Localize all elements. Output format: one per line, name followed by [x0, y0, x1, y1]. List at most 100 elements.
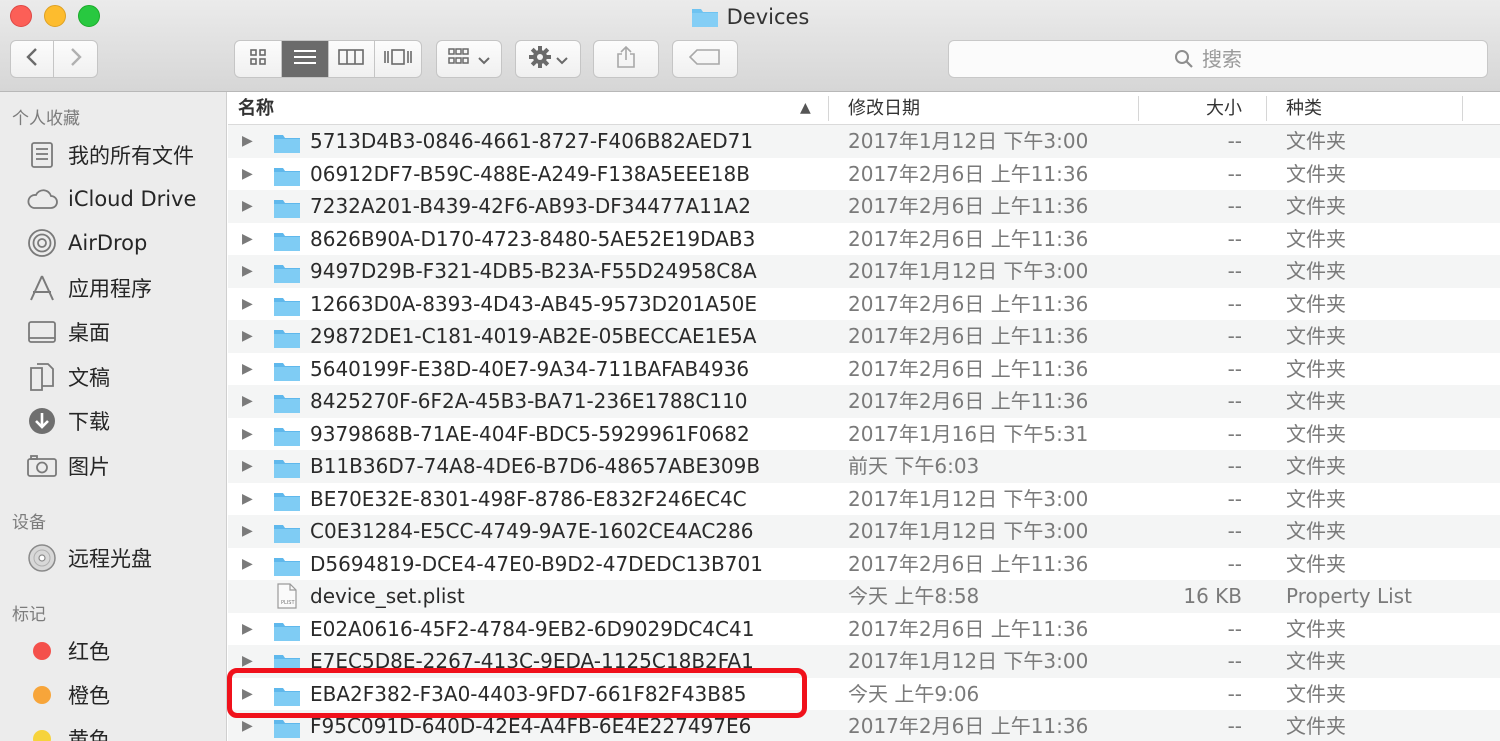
sidebar-item-documents[interactable]: 文稿 — [24, 357, 224, 397]
folder-row[interactable]: ▶ 12663D0A-8393-4D43-AB45-9573D201A50E 201… — [228, 288, 1500, 321]
row-date: 前天 下午6:03 — [848, 454, 980, 478]
folder-row[interactable]: ▶ 8626B90A-D170-4723-8480-5AE52E19DAB3 201… — [228, 223, 1500, 256]
sidebar-item-tag-yellow[interactable]: 黄色 — [24, 719, 224, 741]
folder-row[interactable]: ▶ E02A0616-45F2-4784-9EB2-6D9029DC4C41 201… — [228, 613, 1500, 646]
disclosure-triangle-icon[interactable]: ▶ — [242, 483, 253, 516]
row-kind: 文件夹 — [1286, 259, 1346, 283]
folder-row[interactable]: ▶ 9379868B-71AE-404F-BDC5-5929961F0682 201… — [228, 418, 1500, 451]
row-date: 2017年1月12日 下午3:00 — [848, 259, 1089, 283]
sidebar-item-label: 红色 — [68, 640, 110, 664]
sidebar-item-label: 桌面 — [68, 321, 110, 345]
sidebar-item-tag-orange[interactable]: 橙色 — [24, 675, 224, 715]
downloads-icon — [24, 405, 60, 437]
row-date: 2017年1月12日 下午3:00 — [848, 129, 1089, 153]
disclosure-triangle-icon[interactable]: ▶ — [242, 158, 253, 191]
disclosure-triangle-icon[interactable]: ▶ — [242, 678, 253, 711]
disclosure-triangle-icon[interactable]: ▶ — [242, 190, 253, 223]
row-size: -- — [1227, 161, 1242, 186]
row-name: 5713D4B3-0846-4661-8727-F406B82AED71 — [310, 129, 754, 153]
row-kind: 文件夹 — [1286, 421, 1346, 446]
disclosure-triangle-icon[interactable]: ▶ — [242, 645, 253, 678]
forward-button[interactable] — [54, 41, 97, 77]
folder-icon — [273, 716, 301, 741]
disclosure-triangle-icon[interactable]: ▶ — [242, 320, 253, 353]
window-title: Devices — [0, 3, 1500, 35]
folder-row[interactable]: ▶ 9497D29B-F321-4DB5-B23A-F55D24958C8A 201… — [228, 255, 1500, 288]
row-kind: 文件夹 — [1286, 486, 1346, 511]
folder-row[interactable]: ▶ F95C091D-640D-42E4-A4FB-6E4E227497E6 201… — [228, 710, 1500, 741]
folder-row[interactable]: ▶ EBA2F382-F3A0-4403-9FD7-661F82F43B85 今天 … — [228, 678, 1500, 711]
toolbar: Devices — [0, 0, 1500, 92]
action-button[interactable] — [515, 40, 581, 78]
folder-row[interactable]: ▶ E7EC5D8E-2267-413C-9EDA-1125C18B2FA1 201… — [228, 645, 1500, 678]
sidebar-item-icloud-drive[interactable]: iCloud Drive — [24, 179, 224, 219]
row-kind: 文件夹 — [1286, 161, 1346, 186]
sidebar-item-remote-disc[interactable]: 远程光盘 — [24, 538, 224, 578]
sidebar-item-desktop[interactable]: 桌面 — [24, 312, 224, 352]
row-kind: 文件夹 — [1286, 551, 1346, 576]
disclosure-triangle-icon[interactable]: ▶ — [242, 548, 253, 581]
search-field[interactable] — [948, 40, 1488, 78]
folder-row[interactable]: ▶ D5694819-DCE4-47E0-B9D2-47DEDC13B701 201… — [228, 548, 1500, 581]
sidebar-item-all-files[interactable]: 我的所有文件 — [24, 135, 224, 175]
folder-icon — [691, 6, 719, 35]
icon-view-button[interactable] — [235, 41, 282, 77]
sidebar-item-tag-red[interactable]: 红色 — [24, 631, 224, 671]
row-name: F95C091D-640D-42E4-A4FB-6E4E227497E6 — [310, 714, 752, 738]
camera-icon — [24, 450, 60, 482]
disclosure-triangle-icon[interactable]: ▶ — [242, 385, 253, 418]
share-button[interactable] — [593, 40, 659, 78]
sidebar-item-applications[interactable]: 应用程序 — [24, 268, 224, 308]
row-size: -- — [1227, 259, 1242, 283]
row-kind: 文件夹 — [1286, 194, 1346, 218]
disclosure-triangle-icon[interactable]: ▶ — [242, 613, 253, 646]
cover-flow-view-button[interactable] — [375, 41, 421, 77]
row-kind: 文件夹 — [1286, 291, 1346, 316]
file-row[interactable]: PLIST device_set.plist 今天 上午8:58 16 KB Prope… — [228, 580, 1500, 613]
list-view-button[interactable] — [281, 41, 329, 77]
folder-row[interactable]: ▶ 8425270F-6F2A-45B3-BA71-236E1788C110 201… — [228, 385, 1500, 418]
folder-row[interactable]: ▶ 5713D4B3-0846-4661-8727-F406B82AED71 201… — [228, 125, 1500, 158]
row-date: 2017年2月6日 上午11:36 — [848, 714, 1089, 738]
yellow-tag-dot-icon — [24, 723, 60, 741]
folder-row[interactable]: ▶ BE70E32E-8301-498F-8786-E832F246EC4C 201… — [228, 483, 1500, 516]
row-kind: Property List — [1286, 584, 1412, 608]
disclosure-triangle-icon[interactable]: ▶ — [242, 125, 253, 158]
column-header-name[interactable]: 名称 — [238, 92, 274, 125]
tag-button[interactable] — [672, 40, 738, 78]
column-header-kind[interactable]: 种类 — [1286, 92, 1322, 125]
row-size: -- — [1227, 714, 1242, 738]
disclosure-triangle-icon[interactable]: ▶ — [242, 223, 253, 256]
row-name: 06912DF7-B59C-488E-A249-F138A5EEE18B — [310, 161, 750, 186]
row-size: -- — [1227, 226, 1242, 251]
disclosure-triangle-icon[interactable]: ▶ — [242, 255, 253, 288]
sidebar-item-airdrop[interactable]: AirDrop — [24, 223, 224, 263]
row-size: -- — [1227, 519, 1242, 543]
sidebar-item-pictures[interactable]: 图片 — [24, 446, 224, 486]
disclosure-triangle-icon[interactable]: ▶ — [242, 418, 253, 451]
folder-row[interactable]: ▶ C0E31284-E5CC-4749-9A7E-1602CE4AC286 201… — [228, 515, 1500, 548]
folder-row[interactable]: ▶ 7232A201-B439-42F6-AB93-DF34477A11A2 201… — [228, 190, 1500, 223]
sidebar-item-label: 下载 — [68, 410, 110, 434]
arrange-button[interactable] — [436, 40, 502, 78]
column-header-date[interactable]: 修改日期 — [848, 92, 920, 125]
arrange-grid-icon — [448, 47, 474, 71]
row-name: 5640199F-E38D-40E7-9A34-711BAFAB4936 — [310, 356, 750, 381]
disclosure-triangle-icon[interactable]: ▶ — [242, 515, 253, 548]
row-date: 2017年1月12日 下午3:00 — [848, 486, 1089, 511]
disclosure-triangle-icon[interactable]: ▶ — [242, 288, 253, 321]
column-view-button[interactable] — [329, 41, 376, 77]
folder-row[interactable]: ▶ 06912DF7-B59C-488E-A249-F138A5EEE18B 201… — [228, 158, 1500, 191]
folder-row[interactable]: ▶ 29872DE1-C181-4019-AB2E-05BECCAE1E5A 201… — [228, 320, 1500, 353]
sidebar-item-downloads[interactable]: 下载 — [24, 401, 224, 441]
search-input[interactable] — [1202, 47, 1262, 71]
column-header-size[interactable]: 大小 — [1140, 92, 1242, 125]
back-button[interactable] — [11, 41, 55, 77]
disclosure-triangle-icon[interactable]: ▶ — [242, 450, 253, 483]
disclosure-triangle-icon[interactable]: ▶ — [242, 710, 253, 741]
row-name: 8425270F-6F2A-45B3-BA71-236E1788C110 — [310, 389, 748, 413]
tags-header: 标记 — [12, 605, 46, 625]
folder-row[interactable]: ▶ B11B36D7-74A8-4DE6-B7D6-48657ABE309B 前天 … — [228, 450, 1500, 483]
folder-row[interactable]: ▶ 5640199F-E38D-40E7-9A34-711BAFAB4936 201… — [228, 353, 1500, 386]
disclosure-triangle-icon[interactable]: ▶ — [242, 353, 253, 386]
